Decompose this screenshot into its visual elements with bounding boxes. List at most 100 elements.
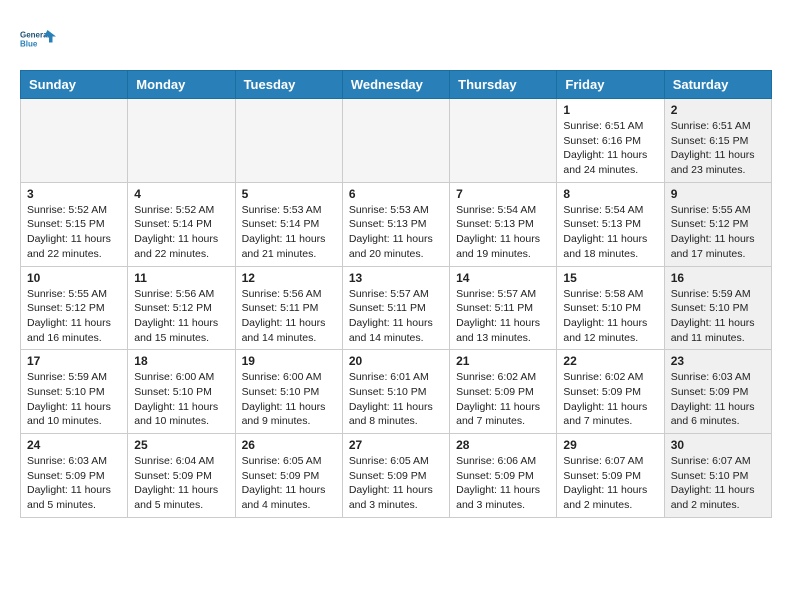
calendar-body: 1 Sunrise: 6:51 AMSunset: 6:16 PMDaylight…: [21, 99, 772, 518]
calendar-table: SundayMondayTuesdayWednesdayThursdayFrid…: [20, 70, 772, 518]
day-info: Sunrise: 5:56 AMSunset: 5:12 PMDaylight:…: [134, 287, 228, 346]
calendar-day-cell: 7 Sunrise: 5:54 AMSunset: 5:13 PMDaylight…: [450, 182, 557, 266]
calendar-day-cell: 17 Sunrise: 5:59 AMSunset: 5:10 PMDayligh…: [21, 350, 128, 434]
day-info: Sunrise: 6:05 AMSunset: 5:09 PMDaylight:…: [242, 454, 336, 513]
weekday-header-cell: Thursday: [450, 71, 557, 99]
day-info: Sunrise: 5:52 AMSunset: 5:15 PMDaylight:…: [27, 203, 121, 262]
calendar-day-cell: 12 Sunrise: 5:56 AMSunset: 5:11 PMDayligh…: [235, 266, 342, 350]
calendar-day-cell: 27 Sunrise: 6:05 AMSunset: 5:09 PMDayligh…: [342, 434, 449, 518]
calendar-day-cell: 21Sunrise: 6:02 AMSunset: 5:09 PMDayligh…: [450, 350, 557, 434]
calendar-week-row: 24 Sunrise: 6:03 AMSunset: 5:09 PMDayligh…: [21, 434, 772, 518]
weekday-header-row: SundayMondayTuesdayWednesdayThursdayFrid…: [21, 71, 772, 99]
calendar-day-cell: 24 Sunrise: 6:03 AMSunset: 5:09 PMDayligh…: [21, 434, 128, 518]
calendar-day-cell: 8 Sunrise: 5:54 AMSunset: 5:13 PMDaylight…: [557, 182, 664, 266]
calendar-day-cell: 15Sunrise: 5:58 AMSunset: 5:10 PMDayligh…: [557, 266, 664, 350]
day-number: 18: [134, 354, 228, 368]
day-number: 25: [134, 438, 228, 452]
calendar-day-cell: 22 Sunrise: 6:02 AMSunset: 5:09 PMDayligh…: [557, 350, 664, 434]
day-info: Sunrise: 6:02 AMSunset: 5:09 PMDaylight:…: [456, 370, 550, 429]
day-number: 10: [27, 271, 121, 285]
day-number: 8: [563, 187, 657, 201]
calendar-day-cell: 25 Sunrise: 6:04 AMSunset: 5:09 PMDayligh…: [128, 434, 235, 518]
weekday-header-cell: Monday: [128, 71, 235, 99]
logo-icon: GeneralBlue: [20, 20, 60, 60]
day-info: Sunrise: 6:51 AMSunset: 6:15 PMDaylight:…: [671, 119, 765, 178]
calendar-day-cell: 28Sunrise: 6:06 AMSunset: 5:09 PMDayligh…: [450, 434, 557, 518]
weekday-header-cell: Wednesday: [342, 71, 449, 99]
day-number: 12: [242, 271, 336, 285]
calendar-day-cell: 3 Sunrise: 5:52 AMSunset: 5:15 PMDaylight…: [21, 182, 128, 266]
day-info: Sunrise: 5:59 AMSunset: 5:10 PMDaylight:…: [27, 370, 121, 429]
calendar-day-cell: 11 Sunrise: 5:56 AMSunset: 5:12 PMDayligh…: [128, 266, 235, 350]
day-number: 2: [671, 103, 765, 117]
calendar-day-cell: 9Sunrise: 5:55 AMSunset: 5:12 PMDaylight…: [664, 182, 771, 266]
calendar-day-cell: 13 Sunrise: 5:57 AMSunset: 5:11 PMDayligh…: [342, 266, 449, 350]
day-number: 13: [349, 271, 443, 285]
day-info: Sunrise: 5:55 AMSunset: 5:12 PMDaylight:…: [27, 287, 121, 346]
calendar-week-row: 17 Sunrise: 5:59 AMSunset: 5:10 PMDayligh…: [21, 350, 772, 434]
calendar-week-row: 10 Sunrise: 5:55 AMSunset: 5:12 PMDayligh…: [21, 266, 772, 350]
calendar-day-cell: 30 Sunrise: 6:07 AMSunset: 5:10 PMDayligh…: [664, 434, 771, 518]
day-number: 29: [563, 438, 657, 452]
logo: GeneralBlue: [20, 20, 64, 60]
day-number: 5: [242, 187, 336, 201]
day-info: Sunrise: 5:52 AMSunset: 5:14 PMDaylight:…: [134, 203, 228, 262]
day-number: 7: [456, 187, 550, 201]
day-number: 23: [671, 354, 765, 368]
day-number: 14: [456, 271, 550, 285]
day-number: 1: [563, 103, 657, 117]
day-number: 3: [27, 187, 121, 201]
day-info: Sunrise: 5:53 AMSunset: 5:14 PMDaylight:…: [242, 203, 336, 262]
calendar-day-cell: 1 Sunrise: 6:51 AMSunset: 6:16 PMDaylight…: [557, 99, 664, 183]
day-number: 20: [349, 354, 443, 368]
day-number: 22: [563, 354, 657, 368]
day-info: Sunrise: 5:53 AMSunset: 5:13 PMDaylight:…: [349, 203, 443, 262]
weekday-header-cell: Tuesday: [235, 71, 342, 99]
calendar-day-cell: 19Sunrise: 6:00 AMSunset: 5:10 PMDayligh…: [235, 350, 342, 434]
day-number: 11: [134, 271, 228, 285]
day-number: 9: [671, 187, 765, 201]
calendar-day-cell: [342, 99, 449, 183]
calendar-day-cell: [21, 99, 128, 183]
day-number: 6: [349, 187, 443, 201]
day-number: 24: [27, 438, 121, 452]
day-info: Sunrise: 5:54 AMSunset: 5:13 PMDaylight:…: [456, 203, 550, 262]
day-info: Sunrise: 6:00 AMSunset: 5:10 PMDaylight:…: [134, 370, 228, 429]
day-info: Sunrise: 5:58 AMSunset: 5:10 PMDaylight:…: [563, 287, 657, 346]
weekday-header-cell: Saturday: [664, 71, 771, 99]
day-number: 16: [671, 271, 765, 285]
day-info: Sunrise: 6:07 AMSunset: 5:10 PMDaylight:…: [671, 454, 765, 513]
day-info: Sunrise: 6:02 AMSunset: 5:09 PMDaylight:…: [563, 370, 657, 429]
calendar-day-cell: [450, 99, 557, 183]
day-info: Sunrise: 6:00 AMSunset: 5:10 PMDaylight:…: [242, 370, 336, 429]
day-number: 30: [671, 438, 765, 452]
day-info: Sunrise: 6:07 AMSunset: 5:09 PMDaylight:…: [563, 454, 657, 513]
calendar-day-cell: 29 Sunrise: 6:07 AMSunset: 5:09 PMDayligh…: [557, 434, 664, 518]
calendar-day-cell: 14Sunrise: 5:57 AMSunset: 5:11 PMDayligh…: [450, 266, 557, 350]
calendar-day-cell: 16 Sunrise: 5:59 AMSunset: 5:10 PMDayligh…: [664, 266, 771, 350]
calendar-day-cell: 18 Sunrise: 6:00 AMSunset: 5:10 PMDayligh…: [128, 350, 235, 434]
calendar-day-cell: 4Sunrise: 5:52 AMSunset: 5:14 PMDaylight…: [128, 182, 235, 266]
day-info: Sunrise: 5:57 AMSunset: 5:11 PMDaylight:…: [349, 287, 443, 346]
day-info: Sunrise: 5:54 AMSunset: 5:13 PMDaylight:…: [563, 203, 657, 262]
day-info: Sunrise: 5:56 AMSunset: 5:11 PMDaylight:…: [242, 287, 336, 346]
calendar-day-cell: 26 Sunrise: 6:05 AMSunset: 5:09 PMDayligh…: [235, 434, 342, 518]
day-info: Sunrise: 6:05 AMSunset: 5:09 PMDaylight:…: [349, 454, 443, 513]
day-info: Sunrise: 6:06 AMSunset: 5:09 PMDaylight:…: [456, 454, 550, 513]
day-info: Sunrise: 6:01 AMSunset: 5:10 PMDaylight:…: [349, 370, 443, 429]
day-number: 17: [27, 354, 121, 368]
day-info: Sunrise: 5:59 AMSunset: 5:10 PMDaylight:…: [671, 287, 765, 346]
calendar-day-cell: [128, 99, 235, 183]
weekday-header-cell: Sunday: [21, 71, 128, 99]
day-info: Sunrise: 6:03 AMSunset: 5:09 PMDaylight:…: [27, 454, 121, 513]
page-header: GeneralBlue: [20, 20, 772, 60]
day-info: Sunrise: 6:04 AMSunset: 5:09 PMDaylight:…: [134, 454, 228, 513]
calendar-day-cell: 20 Sunrise: 6:01 AMSunset: 5:10 PMDayligh…: [342, 350, 449, 434]
calendar-week-row: 3 Sunrise: 5:52 AMSunset: 5:15 PMDaylight…: [21, 182, 772, 266]
calendar-day-cell: 5 Sunrise: 5:53 AMSunset: 5:14 PMDaylight…: [235, 182, 342, 266]
day-number: 26: [242, 438, 336, 452]
day-number: 27: [349, 438, 443, 452]
calendar-day-cell: 23Sunrise: 6:03 AMSunset: 5:09 PMDayligh…: [664, 350, 771, 434]
calendar-week-row: 1 Sunrise: 6:51 AMSunset: 6:16 PMDaylight…: [21, 99, 772, 183]
day-info: Sunrise: 6:51 AMSunset: 6:16 PMDaylight:…: [563, 119, 657, 178]
